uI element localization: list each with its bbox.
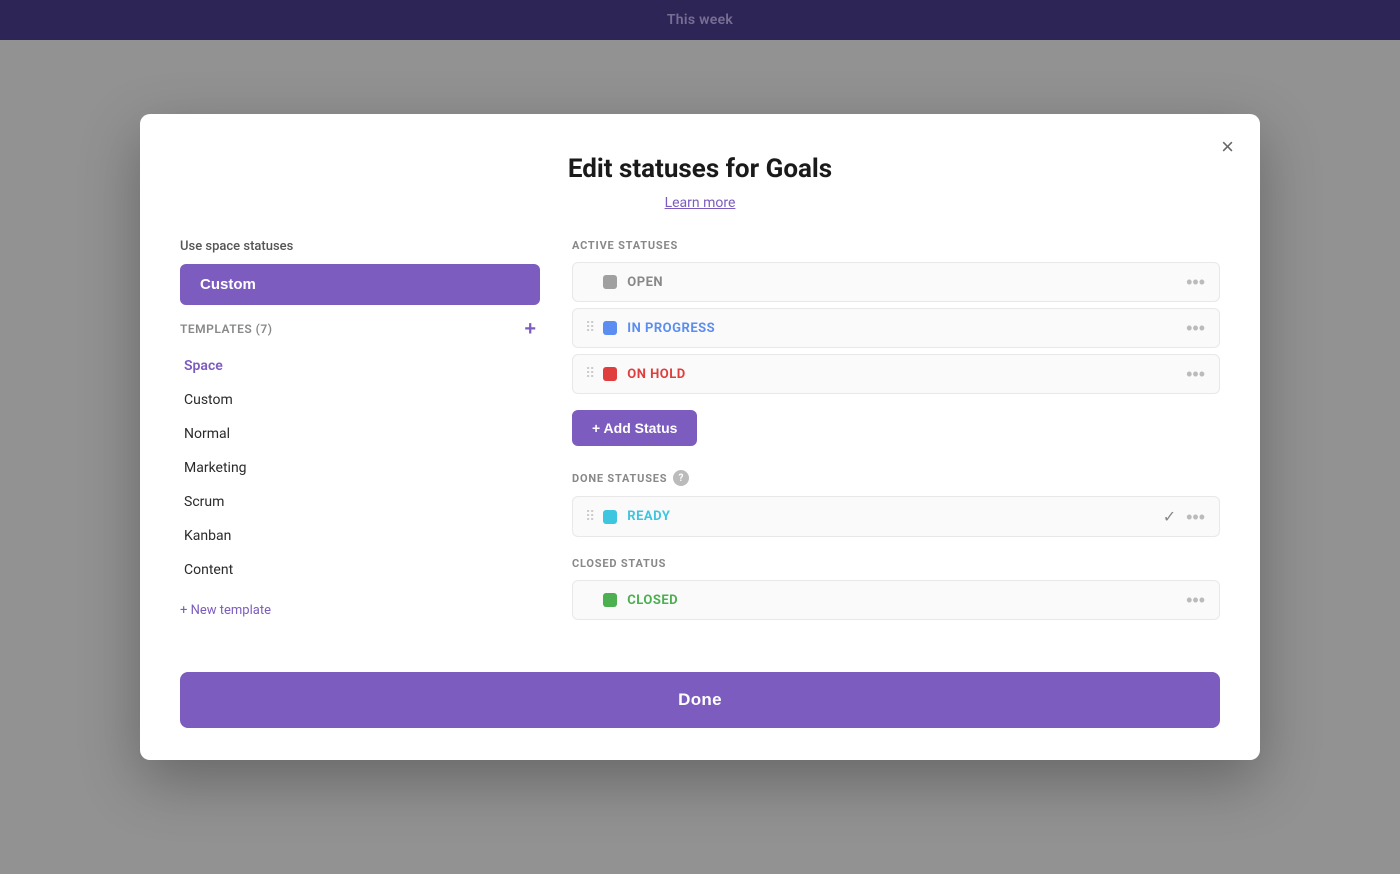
status-name-open: OPEN [627,275,1184,290]
status-row-on-hold: ⠿ ON HOLD ••• [572,354,1220,394]
templates-row: TEMPLATES (7) + [180,319,540,339]
new-template-link[interactable]: + New template [180,603,271,618]
status-row-open: ⠿ OPEN ••• [572,262,1220,302]
template-item-custom[interactable]: Custom [180,383,540,417]
drag-handle-on-hold[interactable]: ⠿ [585,366,595,382]
close-button[interactable]: × [1217,132,1238,162]
done-statuses-help-icon[interactable]: ? [673,470,689,486]
modal-header: Edit statuses for Goals Learn more [180,154,1220,211]
template-item-scrum[interactable]: Scrum [180,485,540,519]
modal-container: × Edit statuses for Goals Learn more Use… [140,114,1260,760]
template-item-kanban[interactable]: Kanban [180,519,540,553]
use-space-label: Use space statuses [180,239,540,254]
right-panel: ACTIVE STATUSES ⠿ OPEN ••• ⠿ IN PROGRESS… [572,239,1220,640]
template-item-content[interactable]: Content [180,553,540,587]
active-statuses-section-label: ACTIVE STATUSES [572,239,1220,252]
done-button[interactable]: Done [180,672,1220,728]
status-actions-closed: ••• [1184,591,1207,609]
modal-title: Edit statuses for Goals [180,154,1220,184]
status-row-closed: ⠿ CLOSED ••• [572,580,1220,620]
custom-selected-button[interactable]: Custom [180,264,540,305]
more-button-in-progress[interactable]: ••• [1184,319,1207,337]
template-list: Space Custom Normal Marketing Scrum Kanb… [180,349,540,587]
status-name-closed: CLOSED [627,593,1184,608]
template-item-normal[interactable]: Normal [180,417,540,451]
status-actions-ready: ✓ ••• [1163,507,1207,526]
modal-overlay: × Edit statuses for Goals Learn more Use… [0,0,1400,874]
modal-body: Use space statuses Custom TEMPLATES (7) … [180,239,1220,640]
templates-label: TEMPLATES (7) [180,322,272,336]
template-item-marketing[interactable]: Marketing [180,451,540,485]
learn-more-link[interactable]: Learn more [665,195,736,211]
done-statuses-section: DONE STATUSES ? ⠿ READY ✓ ••• [572,470,1220,537]
more-button-on-hold[interactable]: ••• [1184,365,1207,383]
more-button-ready[interactable]: ••• [1184,508,1207,526]
status-dot-closed [603,593,617,607]
status-actions-in-progress: ••• [1184,319,1207,337]
status-actions-open: ••• [1184,273,1207,291]
drag-handle-in-progress[interactable]: ⠿ [585,320,595,336]
template-item-space[interactable]: Space [180,349,540,383]
closed-status-section: CLOSED STATUS ⠿ CLOSED ••• [572,557,1220,620]
status-dot-ready [603,510,617,524]
status-dot-in-progress [603,321,617,335]
drag-handle-ready[interactable]: ⠿ [585,509,595,525]
more-button-closed[interactable]: ••• [1184,591,1207,609]
left-panel: Use space statuses Custom TEMPLATES (7) … [180,239,540,640]
status-row-ready: ⠿ READY ✓ ••• [572,496,1220,537]
status-dot-open [603,275,617,289]
status-name-on-hold: ON HOLD [627,367,1184,382]
done-statuses-label: DONE STATUSES ? [572,470,1220,486]
status-row-in-progress: ⠿ IN PROGRESS ••• [572,308,1220,348]
closed-status-label: CLOSED STATUS [572,557,1220,570]
add-status-button[interactable]: + Add Status [572,410,697,446]
more-button-open[interactable]: ••• [1184,273,1207,291]
status-actions-on-hold: ••• [1184,365,1207,383]
check-icon-ready: ✓ [1163,507,1176,526]
status-dot-on-hold [603,367,617,381]
templates-add-button[interactable]: + [520,319,540,339]
status-name-ready: READY [627,509,1162,524]
modal-footer: Done [180,672,1220,728]
status-name-in-progress: IN PROGRESS [627,321,1184,336]
